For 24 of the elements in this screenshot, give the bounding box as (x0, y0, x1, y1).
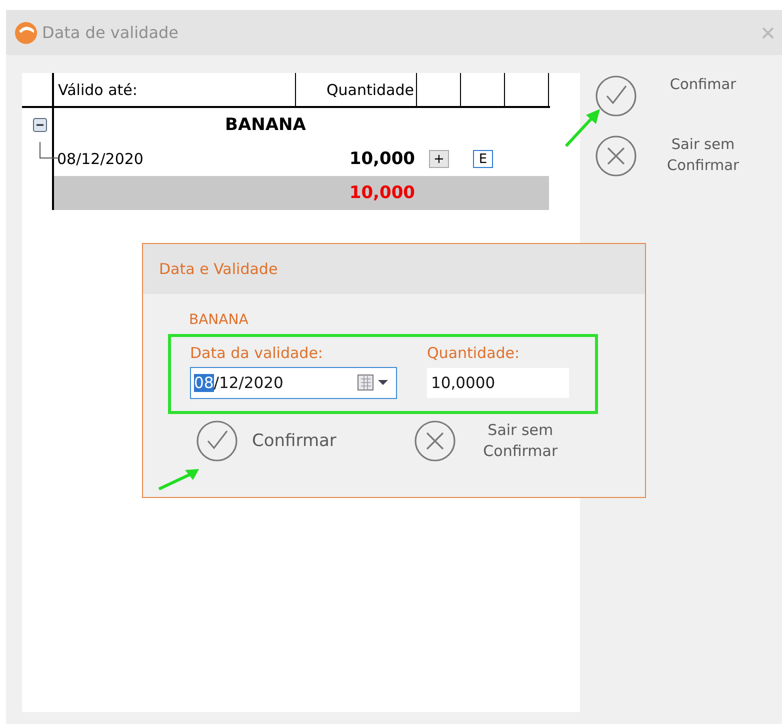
dialog-title: Data e Validade (143, 244, 645, 294)
field-label: Quantidade: (427, 344, 521, 362)
collapse-icon[interactable] (33, 118, 47, 132)
confirm-button[interactable]: Confirmar (196, 420, 336, 462)
app-logo-icon (14, 20, 38, 44)
exit-button[interactable]: Sair sem Confirmar (414, 420, 570, 462)
quantity-field[interactable]: 10,0000 (427, 368, 569, 398)
check-circle-icon (196, 420, 238, 462)
group-label: BANANA (224, 115, 307, 135)
product-label: BANANA (189, 312, 250, 328)
field-label: Data da validade: (190, 344, 324, 362)
edit-button[interactable]: E (473, 150, 493, 168)
column-header[interactable]: Quantidade (296, 73, 417, 106)
check-circle-icon (595, 75, 637, 117)
add-button[interactable]: + (429, 150, 449, 168)
exit-button[interactable]: Sair sem Confirmar (595, 135, 747, 177)
column-header[interactable]: Válido até: (54, 73, 296, 106)
total-cell-text: 10,000 (348, 183, 416, 203)
confirm-button[interactable]: Confimar (595, 75, 747, 117)
window-title: Data de validade (42, 23, 180, 42)
close-circle-icon (595, 135, 637, 177)
table-cell-text: 08/12/2020 (56, 150, 144, 168)
table-cell-text: 10,000 (348, 149, 416, 169)
close-circle-icon (414, 420, 456, 462)
